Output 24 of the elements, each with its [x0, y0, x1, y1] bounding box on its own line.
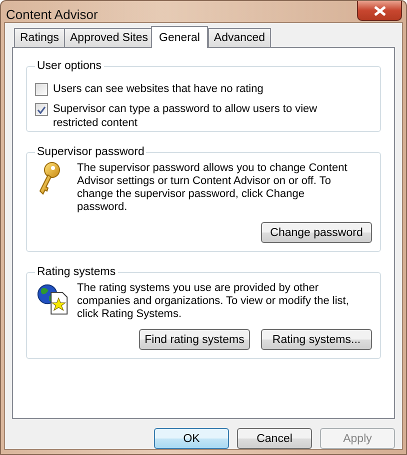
- dialog-button[interactable]: OK: [154, 428, 229, 449]
- action-button[interactable]: Rating systems...: [261, 329, 372, 350]
- checkbox[interactable]: [35, 103, 48, 116]
- tab[interactable]: Ratings: [14, 28, 65, 47]
- action-button[interactable]: Change password: [261, 222, 372, 243]
- window-title: Content Advisor: [6, 7, 98, 22]
- check-icon: [37, 106, 46, 114]
- checkbox-label: Users can see websites that have no rating: [53, 82, 264, 96]
- key-icon: [37, 162, 61, 196]
- close-icon: [374, 6, 386, 16]
- checkbox-label: Supervisor can type a password to allow users to view restricted content: [53, 102, 318, 130]
- tab[interactable]: General: [151, 26, 208, 48]
- globe-document-icon: [37, 282, 69, 316]
- tab[interactable]: Advanced: [208, 28, 272, 47]
- tab[interactable]: Approved Sites: [64, 28, 154, 47]
- group-title: Supervisor password: [36, 146, 146, 158]
- checkbox[interactable]: [35, 83, 48, 96]
- group-title: Rating systems: [36, 266, 117, 278]
- group-title: User options: [36, 60, 103, 72]
- description-text: The supervisor password allows you to change Content Advisor settings or turn Content Advisor on or off. To change the supervisor password, click Change password.: [77, 162, 348, 214]
- description-text: The rating systems you use are provided by other companies and organizations. To view or modify the list, click Rating Systems.: [77, 282, 349, 321]
- close-button[interactable]: [357, 1, 402, 21]
- action-button[interactable]: Find rating systems: [139, 329, 250, 350]
- dialog-button[interactable]: Cancel: [237, 428, 312, 449]
